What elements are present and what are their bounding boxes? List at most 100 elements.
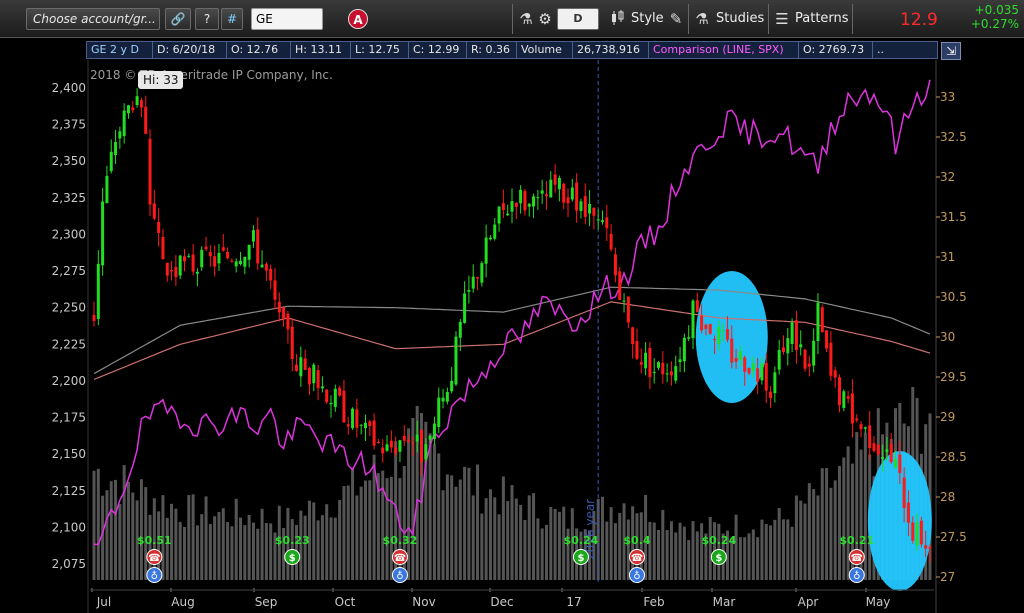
candle-down	[592, 207, 596, 216]
candle-down	[346, 424, 350, 427]
candle-down	[769, 391, 773, 398]
candle-down	[807, 363, 811, 367]
candle-up	[101, 201, 105, 266]
candle-down	[730, 338, 734, 363]
candle-up	[842, 391, 846, 409]
volume-bar	[665, 530, 669, 580]
volume-bar	[838, 465, 842, 580]
chart-settings-icon[interactable]: ⇲	[941, 42, 961, 60]
volume-bar	[178, 522, 182, 580]
volume-bar	[769, 525, 773, 580]
earnings-icon: ♁	[628, 567, 645, 583]
candle-up	[467, 289, 471, 292]
volume-bar	[463, 466, 467, 580]
candle-down	[639, 362, 643, 365]
patterns-menu-button[interactable]: Patterns	[795, 11, 849, 26]
link-icon: 🔗	[170, 12, 186, 26]
candle-up	[532, 196, 536, 207]
account-badge[interactable]: A	[348, 9, 368, 29]
candle-down	[859, 424, 863, 430]
candle-up	[777, 350, 781, 370]
volume-bar	[691, 521, 695, 580]
volume-bar	[825, 467, 829, 580]
candle-down	[282, 307, 286, 319]
volume-bar	[605, 521, 609, 580]
comparison-label[interactable]: Comparison (LINE, SPX)	[649, 42, 799, 58]
candle-down	[389, 440, 393, 448]
candle-down	[872, 443, 876, 451]
volume-bar	[527, 495, 531, 580]
candle-up	[527, 203, 531, 207]
chart-symbol-label[interactable]: GE 2 y D	[87, 42, 153, 58]
candle-up	[863, 427, 867, 429]
volume-bar	[131, 492, 135, 580]
volume-bar	[217, 512, 221, 580]
candle-up	[506, 213, 510, 216]
studies-menu-button[interactable]: Studies	[716, 11, 764, 26]
price-chart[interactable]: 2016 year $0.51 ☎ ♁ $0.23 $ $0.32 ☎ ♁ $0.24 $ $0.4 ☎…	[0, 60, 1024, 613]
volume-bar	[812, 489, 816, 580]
percent-change: +0.27%	[970, 17, 1019, 31]
calls-icon-glyph: ☎	[394, 553, 406, 564]
candle-up	[600, 220, 604, 222]
candle-up	[652, 371, 656, 373]
volume-bar	[747, 533, 751, 580]
bar-close: C: 12.99	[409, 42, 467, 58]
right-axis-tick: 30.5	[940, 290, 967, 304]
volume-bar	[454, 486, 458, 580]
volume-bar	[182, 527, 186, 580]
x-axis-tick: Dec	[490, 595, 513, 609]
volume-bar	[773, 519, 777, 580]
style-menu-button[interactable]: Style	[631, 11, 664, 26]
candle-up	[320, 386, 324, 389]
volume-bar	[174, 508, 178, 580]
volume-bar	[532, 493, 536, 580]
volume-bar	[557, 511, 561, 580]
volume-bar	[695, 531, 699, 580]
right-axis-tick: 32.5	[940, 130, 967, 144]
candle-up	[178, 255, 182, 276]
candle-down	[277, 301, 281, 313]
candle-down	[902, 477, 906, 509]
volume-bar	[243, 525, 247, 580]
bar-date: D: 6/20/18	[153, 42, 227, 58]
volume-bar	[756, 537, 760, 580]
pencil-icon[interactable]: ✎	[667, 9, 685, 29]
symbol-input[interactable]: GE	[251, 8, 323, 30]
dividend-label: $0.51	[137, 534, 172, 547]
volume-bar	[264, 522, 268, 580]
chart-canvas[interactable]: 2016 year$0.51☎♁$0.23$$0.32☎♁$0.24$$0.4☎…	[0, 60, 1024, 613]
candle-down	[613, 254, 617, 276]
candle-up	[915, 522, 919, 546]
gear-icon[interactable]: ⚙	[536, 9, 554, 29]
grid-toggle-button[interactable]: #	[221, 8, 243, 30]
candle-down	[411, 442, 415, 444]
account-selector[interactable]: Choose account/gr...	[26, 8, 160, 30]
dividend-icon-glyph: $	[289, 553, 296, 564]
link-button[interactable]: 🔗	[165, 8, 191, 30]
candle-up	[333, 388, 337, 407]
volume-bar	[523, 519, 527, 580]
left-axis-tick: 2,225	[52, 337, 86, 351]
bar-low: L: 12.75	[351, 42, 409, 58]
right-axis-tick: 27	[940, 570, 955, 584]
volume-bar	[514, 498, 518, 580]
info-more[interactable]: ..	[873, 42, 937, 58]
candle-icon[interactable]	[607, 9, 627, 32]
earnings-icon-glyph: ♁	[151, 570, 158, 582]
candle-up	[519, 189, 523, 204]
period-selector[interactable]: D	[557, 8, 599, 30]
candle-up	[760, 363, 764, 381]
candle-down	[420, 429, 424, 462]
volume-bar	[226, 522, 230, 580]
help-button[interactable]: ?	[195, 8, 219, 30]
candle-down	[144, 106, 148, 134]
x-axis-tick: Oct	[335, 595, 356, 609]
candle-down	[700, 315, 704, 331]
volume-bar	[618, 512, 622, 580]
flask-icon[interactable]: ⚗	[516, 9, 536, 29]
candle-up	[428, 435, 432, 440]
candle-down	[855, 418, 859, 421]
volume-bar	[381, 470, 385, 580]
volume-bar	[510, 485, 514, 580]
